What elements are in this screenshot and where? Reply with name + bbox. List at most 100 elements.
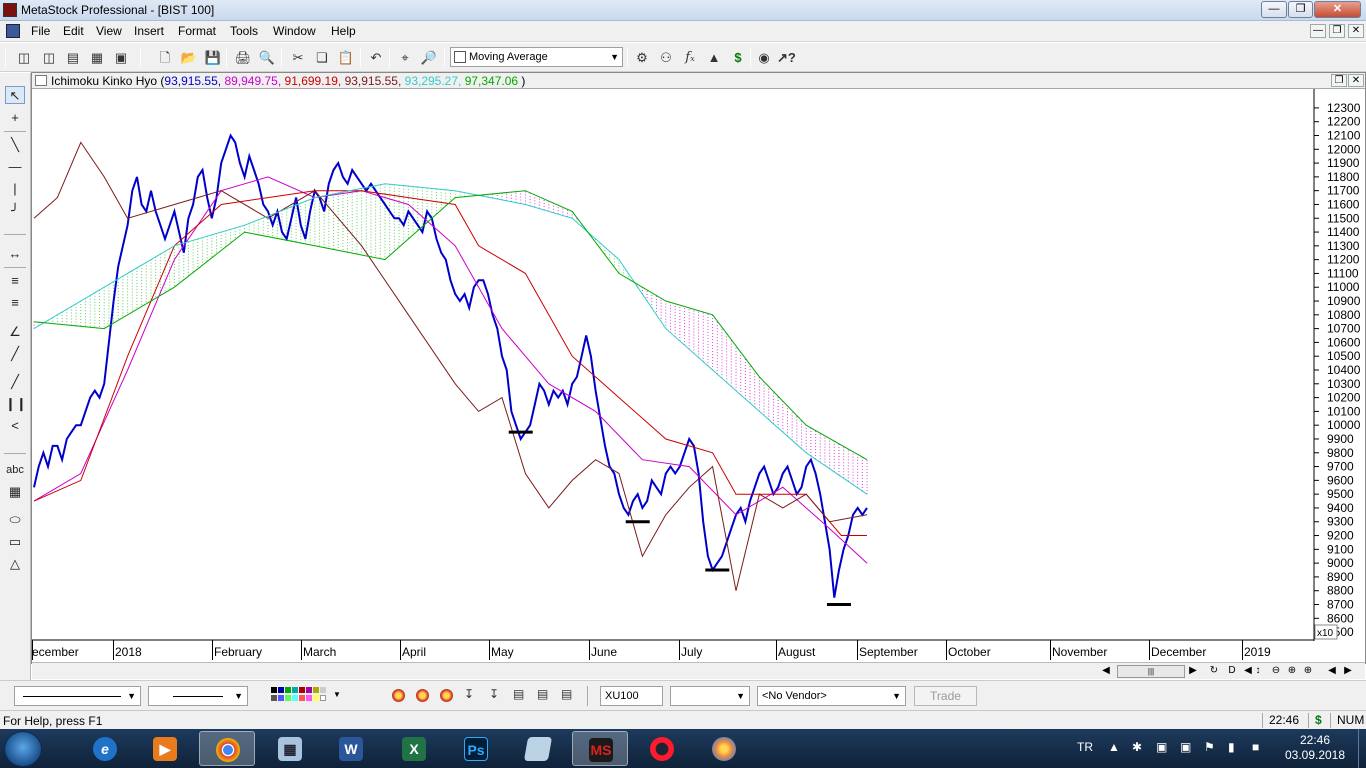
open-folder-icon[interactable]: 📂	[180, 49, 198, 66]
color-swatch[interactable]	[320, 687, 326, 693]
vendor-select[interactable]: <No Vendor> ▼	[757, 686, 906, 706]
trendline-tool-icon[interactable]: ╲	[5, 136, 25, 154]
table-tool-icon[interactable]: ▦	[5, 483, 25, 501]
go-start-icon[interactable]: ◀	[1326, 664, 1338, 678]
ellipse-tool-icon[interactable]: ⬭	[5, 511, 25, 529]
window-layout-icon[interactable]: ▤	[561, 687, 572, 701]
menu-tools[interactable]: Tools	[230, 24, 258, 38]
taskbar-chrome[interactable]	[199, 731, 255, 766]
paste-icon[interactable]: 📋	[337, 49, 355, 66]
scroll-arrows-icon[interactable]: ↔	[5, 245, 25, 263]
clock[interactable]: 22:46 03.09.2018	[1280, 733, 1350, 763]
taskbar-metastock[interactable]: MS	[572, 731, 628, 766]
browser-link-icon[interactable]	[416, 689, 429, 702]
periodicity-select[interactable]: ▼	[670, 686, 750, 706]
color-swatch[interactable]	[313, 687, 319, 693]
dollar-icon[interactable]: $	[729, 49, 747, 66]
scroll-thumb[interactable]: |||	[1117, 665, 1185, 678]
taskbar-photoshop[interactable]: Ps	[448, 731, 504, 766]
tray-app-icon[interactable]: ▣	[1156, 740, 1167, 754]
layout-icon[interactable]: ◫	[15, 49, 33, 66]
zoom-in-icon[interactable]: ⊕	[1286, 664, 1298, 678]
taskbar-internet-explorer[interactable]: e	[77, 731, 133, 766]
line-style-select[interactable]: ▼	[14, 686, 141, 706]
expand-icon[interactable]: ↕	[1252, 664, 1264, 678]
start-button[interactable]	[4, 731, 42, 767]
language-indicator[interactable]: TR	[1077, 740, 1093, 754]
system-tester-icon[interactable]: ▲	[705, 49, 723, 66]
indicator-builder-icon[interactable]: fₓ	[681, 49, 699, 66]
color-swatch[interactable]	[306, 695, 312, 701]
copy-icon[interactable]: ❏	[313, 49, 331, 66]
zoom-reset-icon[interactable]: ⊕	[1302, 664, 1314, 678]
taskbar-word[interactable]: W	[323, 731, 379, 766]
color-palette[interactable]: ▼	[271, 687, 357, 705]
scroll-left-icon[interactable]: ◀	[1100, 664, 1112, 678]
grid-icon[interactable]: ▦	[88, 49, 106, 66]
taskbar-excel[interactable]: X	[386, 731, 442, 766]
zoom-out-icon[interactable]: ⊖	[1270, 664, 1282, 678]
print-icon[interactable]: 🖨	[234, 49, 252, 66]
expert-advisor-icon[interactable]: ⚙	[633, 49, 651, 66]
tile-vertical-icon[interactable]: ◫	[40, 49, 58, 66]
chevron-down-icon[interactable]: ▼	[333, 690, 341, 699]
document-icon[interactable]	[6, 24, 20, 38]
crosshair-tool-icon[interactable]: +	[5, 109, 25, 127]
color-swatch[interactable]	[271, 695, 277, 701]
color-swatch[interactable]	[299, 695, 305, 701]
fan-lines-icon[interactable]: ≡	[5, 272, 25, 290]
line-width-select[interactable]: ▼	[148, 686, 248, 706]
text-tool-icon[interactable]: abc	[5, 461, 25, 479]
indicator-select[interactable]: Moving Average ▼	[450, 47, 623, 67]
taskbar-paint[interactable]	[696, 731, 752, 766]
tile-horizontal-icon[interactable]: ▤	[64, 49, 82, 66]
new-icon[interactable]: 🗋	[156, 49, 174, 66]
wedge-tool-icon[interactable]: <	[5, 417, 25, 435]
color-swatch[interactable]	[299, 687, 305, 693]
color-swatch[interactable]	[278, 695, 284, 701]
gann-tool-icon[interactable]: ╱	[5, 373, 25, 391]
color-swatch[interactable]	[306, 687, 312, 693]
pointer-tool-icon[interactable]: ↖	[5, 86, 25, 104]
arcs-icon[interactable]: ≡	[5, 294, 25, 312]
zoom-icon[interactable]: 🔎	[420, 49, 438, 66]
horizontal-line-tool-icon[interactable]: —	[5, 158, 25, 176]
cycle-lines-icon[interactable]: ❙❙	[5, 395, 27, 413]
color-swatch[interactable]	[292, 687, 298, 693]
window-layout-icon[interactable]: ▤	[513, 687, 524, 701]
mdi-close-button[interactable]: ✕	[1348, 24, 1364, 38]
mdi-minimize-button[interactable]: —	[1310, 24, 1326, 38]
symbol-field[interactable]: XU100	[600, 686, 663, 706]
chart-restore-button[interactable]: ❐	[1331, 74, 1347, 87]
rectangle-tool-icon[interactable]: ▭	[5, 533, 25, 551]
menu-help[interactable]: Help	[331, 24, 356, 38]
refresh-icon[interactable]: ↻	[1208, 664, 1220, 678]
show-desktop-button[interactable]	[1358, 729, 1366, 768]
close-button[interactable]: ✕	[1314, 1, 1361, 18]
mdi-restore-button[interactable]: ❐	[1329, 24, 1345, 38]
browser-link-icon[interactable]	[440, 689, 453, 702]
color-swatch[interactable]	[285, 695, 291, 701]
color-swatch[interactable]	[271, 687, 277, 693]
color-swatch[interactable]	[320, 695, 326, 701]
go-end-icon[interactable]: ▶	[1342, 664, 1354, 678]
triangle-tool-icon[interactable]: ∠	[5, 323, 25, 341]
window-layout-icon[interactable]: ▤	[537, 687, 548, 701]
binoculars-icon[interactable]: ◉	[755, 49, 773, 66]
trade-button[interactable]: Trade	[914, 686, 977, 706]
chart-window-icon[interactable]: ▣	[112, 49, 130, 66]
fibonacci-tool-icon[interactable]: ╯	[5, 202, 25, 220]
color-swatch[interactable]	[313, 695, 319, 701]
taskbar-opera[interactable]	[634, 731, 690, 766]
menu-format[interactable]: Format	[178, 24, 216, 38]
maximize-button[interactable]: ❐	[1288, 1, 1313, 18]
taskbar-media-player[interactable]: ▶	[137, 731, 193, 766]
power-icon[interactable]: ▮	[1228, 740, 1235, 754]
color-swatch[interactable]	[278, 687, 284, 693]
insert-indicator-icon[interactable]: ↧	[464, 687, 474, 701]
menu-view[interactable]: View	[96, 24, 122, 38]
context-help-icon[interactable]: ↗?	[777, 49, 796, 66]
price-chart[interactable]: 8500860087008800890090009100920093009400…	[32, 89, 1365, 641]
metastock-app-icon[interactable]	[3, 3, 17, 17]
chart-close-button[interactable]: ✕	[1348, 74, 1364, 87]
